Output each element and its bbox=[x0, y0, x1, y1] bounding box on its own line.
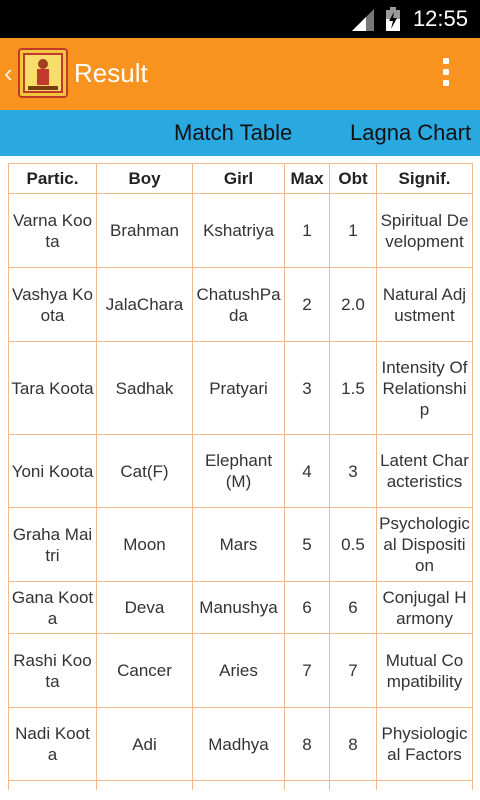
tab-match-table[interactable]: Match Table bbox=[174, 120, 292, 146]
cell-signif: Conjugal Harmony bbox=[376, 581, 473, 634]
cell-max: 4 bbox=[284, 434, 330, 508]
cell-girl: ChatushPada bbox=[192, 267, 285, 342]
cell-obt: 8 bbox=[329, 707, 377, 781]
header-max: Max bbox=[284, 163, 330, 194]
cell-boy: Moon bbox=[96, 507, 193, 582]
cell-boy: Adi bbox=[96, 707, 193, 781]
header-partic: Partic. bbox=[8, 163, 97, 194]
cell-signif: Psychological Disposition bbox=[376, 507, 473, 582]
cell-obt: 0.5 bbox=[329, 507, 377, 582]
cell-signif: Natural Adjustment bbox=[376, 267, 473, 342]
table-row: Nadi Koota Adi Madhya 8 8 Physiological … bbox=[8, 707, 473, 781]
screen-title: Result bbox=[74, 58, 148, 88]
cell-girl: Aries bbox=[192, 633, 285, 708]
tab-lagna-chart[interactable]: Lagna Chart bbox=[350, 120, 471, 146]
table-header-row: Partic. Boy Girl Max Obt Signif. bbox=[8, 163, 473, 194]
cell-obt: 7 bbox=[329, 633, 377, 708]
cell-signif: Intensity Of Relationship bbox=[376, 341, 473, 435]
cell-boy: Cancer bbox=[96, 633, 193, 708]
cell-partic: Nadi Koota bbox=[8, 707, 97, 781]
cell-boy: Sadhak bbox=[96, 341, 193, 435]
cell-max: 2 bbox=[284, 267, 330, 342]
cell-max: 6 bbox=[284, 581, 330, 634]
match-table: Partic. Boy Girl Max Obt Signif. Varna K… bbox=[8, 163, 473, 800]
app-logo[interactable] bbox=[18, 48, 68, 98]
cell-boy: Deva bbox=[96, 581, 193, 634]
cell-partic: Gana Koota bbox=[8, 581, 97, 634]
overflow-menu-icon[interactable] bbox=[442, 58, 450, 90]
cell-obt: 1.5 bbox=[329, 341, 377, 435]
cell-girl: Mars bbox=[192, 507, 285, 582]
cell-partic: Yoni Koota bbox=[8, 434, 97, 508]
cell-obt: 1 bbox=[329, 193, 377, 268]
table-row: Rashi Koota Cancer Aries 7 7 Mutual Comp… bbox=[8, 633, 473, 708]
table-row: Yoni Koota Cat(F) Elephant(M) 4 3 Latent… bbox=[8, 434, 473, 508]
status-bar: 12:55 bbox=[0, 0, 480, 38]
bottom-edge bbox=[0, 790, 480, 800]
cell-partic: Tara Koota bbox=[8, 341, 97, 435]
table-row: Gana Koota Deva Manushya 6 6 Conjugal Ha… bbox=[8, 581, 473, 634]
cell-max: 3 bbox=[284, 341, 330, 435]
signal-icon bbox=[352, 9, 374, 31]
cell-max: 8 bbox=[284, 707, 330, 781]
cell-obt: 2.0 bbox=[329, 267, 377, 342]
cell-girl: Kshatriya bbox=[192, 193, 285, 268]
cell-boy: Cat(F) bbox=[96, 434, 193, 508]
cell-max: 5 bbox=[284, 507, 330, 582]
cell-signif: Spiritual Development bbox=[376, 193, 473, 268]
cell-girl: Elephant(M) bbox=[192, 434, 285, 508]
cell-boy: JalaChara bbox=[96, 267, 193, 342]
back-chevron-icon[interactable]: ‹ bbox=[4, 58, 13, 89]
action-bar: ‹ Result bbox=[0, 38, 480, 110]
cell-partic: Vashya Koota bbox=[8, 267, 97, 342]
cell-partic: Rashi Koota bbox=[8, 633, 97, 708]
table-row: Tara Koota Sadhak Pratyari 3 1.5 Intensi… bbox=[8, 341, 473, 435]
cell-girl: Manushya bbox=[192, 581, 285, 634]
cell-signif: Physiological Factors bbox=[376, 707, 473, 781]
header-girl: Girl bbox=[192, 163, 285, 194]
cell-obt: 6 bbox=[329, 581, 377, 634]
cell-obt: 3 bbox=[329, 434, 377, 508]
cell-signif: Mutual Compatibility bbox=[376, 633, 473, 708]
tab-bar: Match Table Lagna Chart bbox=[0, 110, 480, 156]
cell-partic: Graha Maitri bbox=[8, 507, 97, 582]
cell-partic: Varna Koota bbox=[8, 193, 97, 268]
cell-signif: Latent Characteristics bbox=[376, 434, 473, 508]
status-time: 12:55 bbox=[412, 6, 468, 31]
battery-charging-icon bbox=[386, 7, 400, 31]
cell-girl: Madhya bbox=[192, 707, 285, 781]
cell-girl: Pratyari bbox=[192, 341, 285, 435]
cell-boy: Brahman bbox=[96, 193, 193, 268]
header-boy: Boy bbox=[96, 163, 193, 194]
table-row: Vashya Koota JalaChara ChatushPada 2 2.0… bbox=[8, 267, 473, 342]
header-signif: Signif. bbox=[376, 163, 473, 194]
table-row: Varna Koota Brahman Kshatriya 1 1 Spirit… bbox=[8, 193, 473, 268]
table-row: Graha Maitri Moon Mars 5 0.5 Psychologic… bbox=[8, 507, 473, 582]
header-obt: Obt bbox=[329, 163, 377, 194]
cell-max: 7 bbox=[284, 633, 330, 708]
cell-max: 1 bbox=[284, 193, 330, 268]
